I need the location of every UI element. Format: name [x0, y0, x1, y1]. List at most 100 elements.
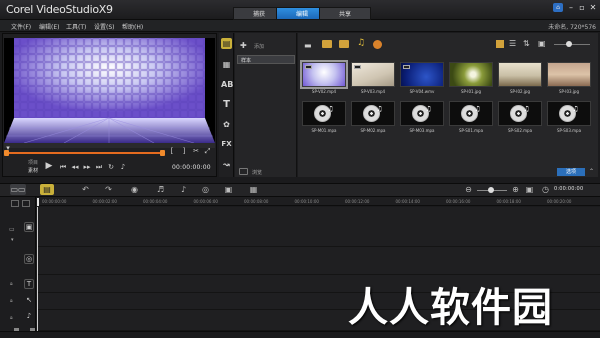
media-thumbnail[interactable] — [498, 62, 542, 87]
path-icon[interactable]: ↝ — [221, 159, 232, 170]
browse-folder-icon[interactable] — [239, 168, 248, 175]
track-collapse-icon[interactable]: ▾ — [11, 237, 14, 243]
media-thumbnail[interactable]: ♫ — [351, 101, 395, 126]
thumbnail-size-icon[interactable]: ▣ — [538, 39, 546, 48]
add-folder-icon[interactable]: ✚ — [240, 41, 247, 50]
trim-bar[interactable] — [6, 152, 164, 154]
import-media-icon[interactable]: ▬ — [304, 41, 312, 50]
timecode-display[interactable]: 00:00:00:00 — [172, 164, 211, 171]
tab-share[interactable]: 共享 — [319, 7, 371, 20]
help-icon[interactable]: ⌂ — [553, 3, 563, 12]
music-track-icon[interactable]: ♪ — [24, 312, 34, 322]
instant-project-icon[interactable]: ▦ — [221, 59, 232, 70]
media-thumbnail[interactable]: ♫ — [302, 101, 346, 126]
mark-in-button[interactable]: [ — [169, 147, 175, 155]
close-icon[interactable]: ✕ — [588, 3, 598, 12]
media-thumbnail[interactable] — [351, 62, 395, 87]
enlarge-icon[interactable]: ⤢ — [203, 147, 212, 155]
media-filename: SP-I01.jpg — [460, 89, 482, 94]
add-folder-label[interactable]: 添加 — [254, 43, 264, 50]
show-videos-icon[interactable] — [322, 40, 332, 48]
lock-icon[interactable]: 🔒︎ — [10, 281, 13, 287]
music-note-icon: ♫ — [327, 104, 334, 113]
app-title: Corel VideoStudioX9 — [6, 3, 113, 16]
previous-frame-icon[interactable]: ◂◂ — [71, 163, 79, 171]
lock-icon[interactable]: 🔒︎ — [10, 315, 13, 321]
media-thumbnail[interactable] — [449, 62, 493, 87]
media-filename: SP-M02.mpa — [360, 128, 386, 133]
media-thumbnail[interactable]: ♫ — [400, 101, 444, 126]
media-thumbnail[interactable] — [400, 62, 444, 87]
sort-icon[interactable]: ⇅ — [523, 39, 530, 48]
undo-icon[interactable]: ↶ — [80, 184, 91, 195]
track-manager-icon[interactable] — [11, 200, 19, 207]
media-thumbnail[interactable]: ♫ — [449, 101, 493, 126]
media-filename: SP-S03.mpa — [556, 128, 582, 133]
add-track-icon[interactable] — [22, 200, 30, 207]
voice-track-icon[interactable]: ↖ — [24, 296, 34, 306]
show-audio-icon[interactable]: ♫ — [357, 38, 365, 48]
clip-mode-label[interactable]: 素材 — [28, 167, 38, 174]
sound-mixer-icon[interactable]: ♬ — [155, 184, 166, 195]
video-track[interactable] — [37, 207, 600, 247]
multi-camera-icon[interactable]: ▦ — [248, 184, 259, 195]
record-capture-icon[interactable]: ◉ — [129, 184, 140, 195]
trim-start-handle[interactable] — [4, 150, 9, 156]
media-thumbnail[interactable]: ♫ — [547, 101, 591, 126]
collapse-panel-icon[interactable]: ⌃ — [589, 168, 597, 176]
project-mode-label[interactable]: 项目 — [28, 159, 38, 166]
fit-project-icon[interactable]: ▣ — [524, 184, 535, 195]
auto-music-icon[interactable]: ♪ — [178, 184, 189, 195]
menu-edit[interactable]: 编辑(E) — [39, 22, 59, 31]
go-to-start-icon[interactable]: ⏮ — [59, 163, 67, 171]
overlay-track[interactable] — [37, 247, 600, 275]
timeline-playhead[interactable] — [37, 198, 39, 206]
filter-fx-icon[interactable]: FX — [221, 139, 232, 150]
repeat-icon[interactable]: ↻ — [107, 163, 115, 171]
timeline-zoom-thumb[interactable] — [488, 187, 494, 193]
media-thumbnail[interactable] — [300, 60, 348, 89]
browse-label[interactable]: 浏览 — [252, 169, 262, 176]
video-track-icon[interactable]: ▣ — [24, 222, 34, 232]
list-view-icon[interactable]: ☰ — [509, 39, 516, 48]
options-button[interactable]: 选项 — [557, 168, 585, 176]
media-thumbnail[interactable]: ♫ — [498, 101, 542, 126]
menu-help[interactable]: 帮助(H) — [122, 22, 143, 31]
media-thumbnail[interactable] — [547, 62, 591, 87]
zoom-slider-track[interactable] — [554, 44, 590, 45]
title-icon[interactable]: T — [221, 99, 232, 110]
video-badge-icon — [403, 65, 410, 69]
ruler-tick-label: 00:00:06:00 — [193, 199, 218, 204]
menu-tools[interactable]: 工具(T) — [66, 22, 86, 31]
subtitle-editor-icon[interactable]: ▣ — [223, 184, 234, 195]
play-icon[interactable]: ▶ — [45, 162, 53, 171]
thumbnail-view-icon[interactable] — [496, 40, 504, 48]
volume-icon[interactable]: ♪ — [119, 163, 127, 171]
ruler-tick-label: 00:00:08:00 — [244, 199, 269, 204]
timeline-view-icon[interactable]: ▤ — [40, 184, 54, 195]
zoom-out-icon[interactable]: ⊖ — [463, 184, 474, 195]
maximize-icon[interactable]: ▫ — [577, 3, 587, 12]
overlay-track-icon[interactable]: ◎ — [24, 254, 34, 264]
lock-icon[interactable]: 🔒︎ — [10, 298, 13, 304]
storyboard-view-icon[interactable]: ▭▭ — [10, 184, 26, 195]
mark-out-button[interactable]: ] — [181, 147, 187, 155]
graphic-icon[interactable]: ✿ — [221, 119, 232, 130]
motion-tracking-icon[interactable]: ◎ — [200, 184, 211, 195]
zoom-in-icon[interactable]: ⊕ — [510, 184, 521, 195]
media-fix-icon[interactable] — [373, 40, 382, 49]
video-track-toggle-icon[interactable]: ▭ — [9, 226, 15, 233]
redo-icon[interactable]: ↷ — [103, 184, 114, 195]
menu-file[interactable]: 文件(F) — [11, 22, 31, 31]
split-clip-icon[interactable]: ✂ — [192, 147, 200, 155]
minimize-icon[interactable]: – — [566, 3, 576, 12]
media-library-icon[interactable]: ▤ — [221, 38, 232, 49]
trim-end-handle[interactable] — [160, 150, 165, 156]
title-track-icon[interactable]: T — [24, 279, 34, 289]
menu-settings[interactable]: 设置(S) — [94, 22, 115, 31]
next-frame-icon[interactable]: ▸▸ — [83, 163, 91, 171]
transition-icon[interactable]: AB — [221, 79, 233, 90]
show-photos-icon[interactable] — [339, 40, 349, 48]
zoom-slider-thumb[interactable] — [566, 41, 572, 47]
go-to-end-icon[interactable]: ⏭ — [95, 163, 103, 171]
